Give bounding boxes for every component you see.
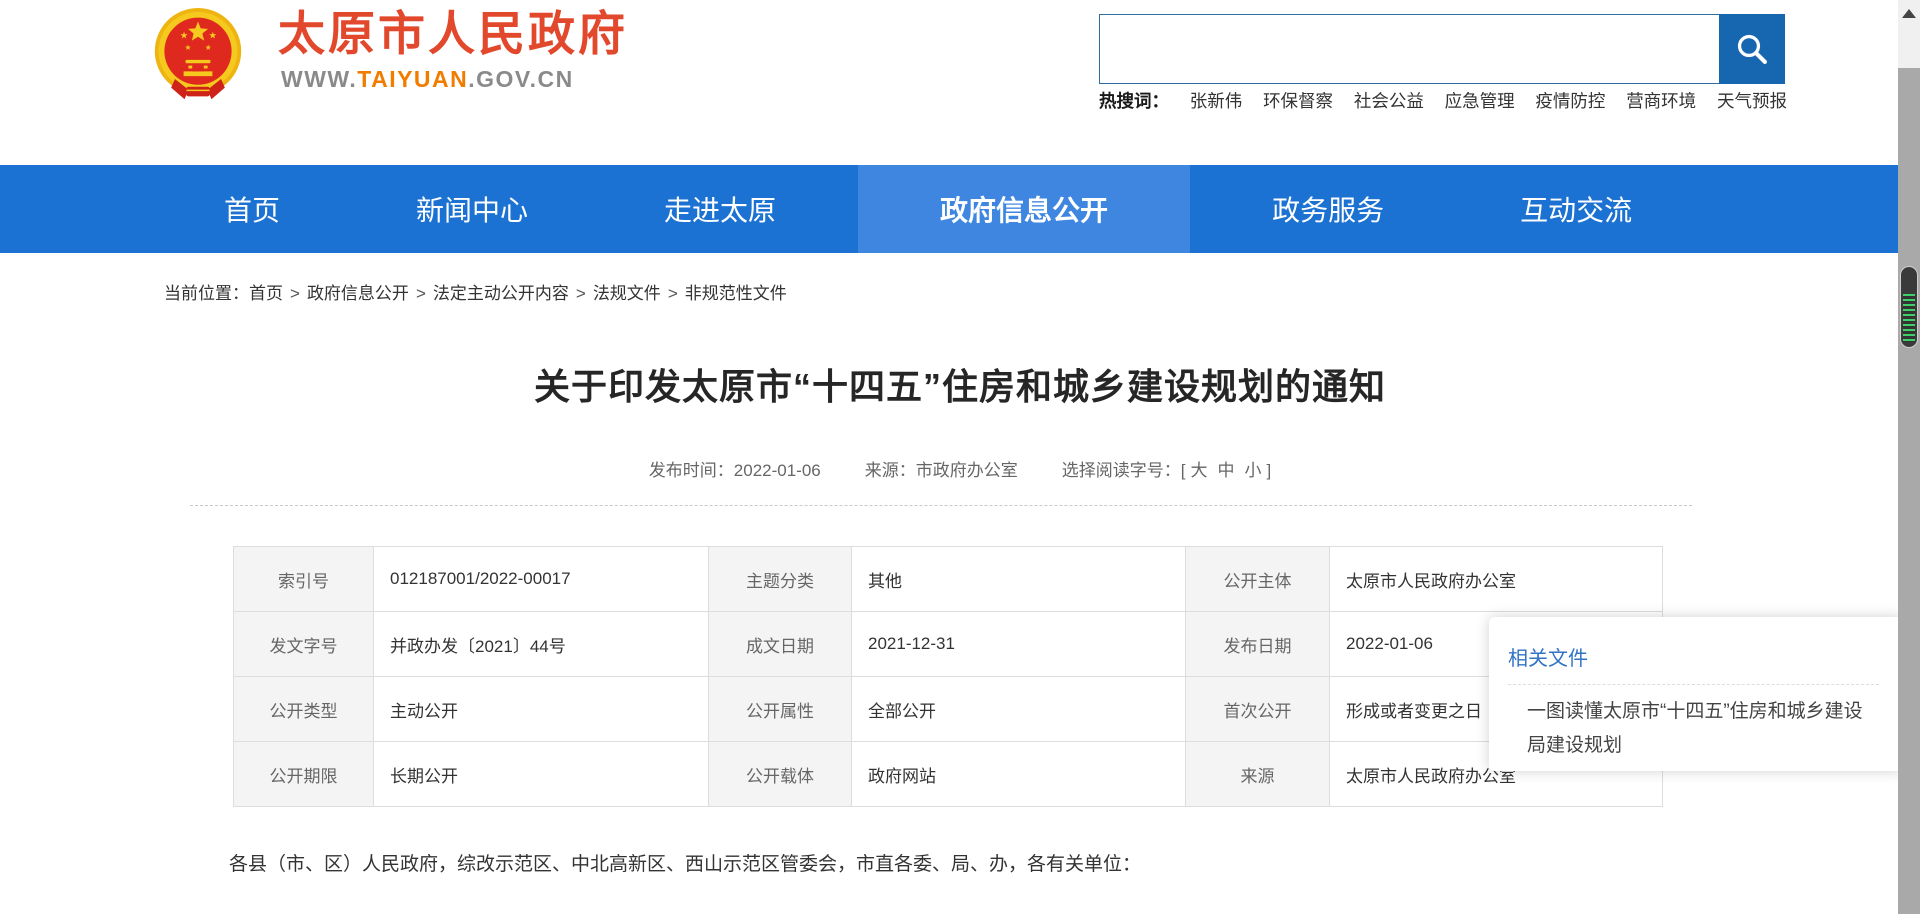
svg-text:★: ★ — [209, 31, 218, 42]
hot-search-keyword[interactable]: 疫情防控 — [1535, 88, 1605, 113]
hot-search-keyword[interactable]: 环保督察 — [1263, 88, 1333, 113]
scrollbar-thumb-stripes — [1903, 294, 1915, 342]
hot-search-keyword[interactable]: 营商环境 — [1626, 88, 1696, 113]
related-files-title: 相关文件 — [1508, 642, 1879, 671]
table-row: 索引号012187001/2022-00017主题分类其他公开主体太原市人民政府… — [234, 547, 1663, 612]
info-table-value: 012187001/2022-00017 — [374, 547, 709, 612]
search-button[interactable] — [1719, 14, 1785, 84]
info-table-value: 其他 — [852, 547, 1186, 612]
info-table-label: 公开主体 — [1186, 547, 1330, 612]
page-scrollbar[interactable] — [1898, 0, 1920, 914]
document-info-table-body: 索引号012187001/2022-00017主题分类其他公开主体太原市人民政府… — [234, 547, 1663, 807]
breadcrumb-separator: > — [290, 284, 300, 303]
info-table-value: 主动公开 — [374, 677, 709, 742]
site-header: ★ ★ ★ ★ 太原市人民政府 WWW.TAIYUAN.GOV.CN — [0, 0, 1898, 165]
national-emblem-icon: ★ ★ ★ ★ — [150, 5, 246, 107]
source-value: 市政府办公室 — [916, 461, 1018, 480]
nav-item[interactable]: 互动交流 — [1466, 165, 1686, 253]
info-table-value: 政府网站 — [852, 742, 1186, 807]
meta-divider — [190, 505, 1692, 506]
hot-search-row: 热搜词： 张新伟环保督察社会公益应急管理疫情防控营商环境天气预报 — [1099, 88, 1787, 113]
site-url-domain: TAIYUAN — [357, 66, 468, 92]
hot-search-keyword[interactable]: 张新伟 — [1190, 88, 1243, 113]
nav-item[interactable]: 新闻中心 — [362, 165, 582, 253]
info-table-label: 公开类型 — [234, 677, 374, 742]
document-info-table: 索引号012187001/2022-00017主题分类其他公开主体太原市人民政府… — [233, 546, 1663, 807]
table-row: 发文字号并政办发〔2021〕44号成文日期2021-12-31发布日期2022-… — [234, 612, 1663, 677]
publish-time: 发布时间：2022-01-06 — [649, 456, 821, 481]
breadcrumb-link[interactable]: 首页 — [249, 284, 283, 303]
article-source: 来源：市政府办公室 — [865, 456, 1018, 481]
info-table-value: 全部公开 — [852, 677, 1186, 742]
hot-search-keyword[interactable]: 社会公益 — [1354, 88, 1424, 113]
fontsize-option[interactable]: 小 — [1244, 461, 1261, 480]
info-table-value: 2021-12-31 — [852, 612, 1186, 677]
info-table-label: 发文字号 — [234, 612, 374, 677]
source-label: 来源： — [865, 461, 916, 480]
breadcrumb-separator: > — [576, 284, 586, 303]
related-files-divider — [1508, 684, 1879, 685]
info-table-label: 公开属性 — [709, 677, 852, 742]
info-table-label: 来源 — [1186, 742, 1330, 807]
article-meta: 发布时间：2022-01-06 来源：市政府办公室 选择阅读字号：[大中小] — [0, 456, 1920, 481]
search-icon — [1734, 31, 1770, 67]
info-table-value: 并政办发〔2021〕44号 — [374, 612, 709, 677]
info-table-label: 成文日期 — [709, 612, 852, 677]
breadcrumb: 当前位置：首页 > 政府信息公开 > 法定主动公开内容 > 法规文件 > 非规范性文件 — [164, 279, 1920, 304]
fontsize-option[interactable]: 大 — [1190, 461, 1207, 480]
site-title: 太原市人民政府 — [278, 8, 628, 60]
table-row: 公开类型主动公开公开属性全部公开首次公开形成或者变更之日 — [234, 677, 1663, 742]
breadcrumb-link[interactable]: 政府信息公开 — [307, 284, 409, 303]
site-url-suffix: .GOV.CN — [468, 66, 574, 92]
fontsize-bracket-open: [ — [1181, 461, 1186, 480]
breadcrumb-location-label: 当前位置： — [164, 284, 249, 303]
emblem-star: ★ — [180, 31, 189, 42]
info-table-value: 长期公开 — [374, 742, 709, 807]
site-url: WWW.TAIYUAN.GOV.CN — [281, 66, 574, 93]
info-table-label: 公开期限 — [234, 742, 374, 807]
table-row: 公开期限长期公开公开载体政府网站来源太原市人民政府办公室 — [234, 742, 1663, 807]
hot-search-label: 热搜词： — [1099, 88, 1169, 113]
page: ★ ★ ★ ★ 太原市人民政府 WWW.TAIYUAN.GOV.CN — [0, 0, 1920, 914]
svg-text:★: ★ — [205, 43, 212, 52]
fontsize-bracket-close: ] — [1266, 461, 1271, 480]
scroll-up-icon — [1902, 9, 1916, 18]
nav-item[interactable]: 政务服务 — [1218, 165, 1438, 253]
site-url-prefix: WWW. — [281, 66, 357, 92]
breadcrumb-links: 首页 > 政府信息公开 > 法定主动公开内容 > 法规文件 > 非规范性文件 — [249, 284, 787, 303]
publish-time-value: 2022-01-06 — [734, 461, 821, 480]
info-table-label: 主题分类 — [709, 547, 852, 612]
breadcrumb-link[interactable]: 法规文件 — [593, 284, 661, 303]
body-paragraph: 各县（市、区）人民政府，综改示范区、中北高新区、西山示范区管委会，市直各委、局、… — [229, 849, 1689, 876]
breadcrumb-link[interactable]: 法定主动公开内容 — [433, 284, 569, 303]
search-input[interactable] — [1099, 14, 1719, 84]
nav-item[interactable]: 走进太原 — [610, 165, 830, 253]
scrollbar-thumb[interactable] — [1900, 266, 1918, 348]
info-table-label: 发布日期 — [1186, 612, 1330, 677]
hot-search-keyword[interactable]: 天气预报 — [1717, 88, 1787, 113]
fontsize-label: 选择阅读字号： — [1062, 461, 1181, 480]
nav-item[interactable]: 政府信息公开 — [858, 165, 1190, 253]
main-nav: 首页新闻中心走进太原政府信息公开政务服务互动交流 — [0, 165, 1898, 253]
svg-text:★: ★ — [185, 43, 192, 52]
breadcrumb-separator: > — [416, 284, 426, 303]
main-nav-items: 首页新闻中心走进太原政府信息公开政务服务互动交流 — [170, 165, 1686, 253]
info-table-label: 首次公开 — [1186, 677, 1330, 742]
nav-item[interactable]: 首页 — [170, 165, 334, 253]
related-files-popup: 相关文件 一图读懂太原市“十四五”住房和城乡建设局建设规划 — [1489, 617, 1903, 771]
info-table-label: 索引号 — [234, 547, 374, 612]
scrollbar-up-button[interactable] — [1898, 0, 1920, 68]
info-table-value: 太原市人民政府办公室 — [1330, 547, 1663, 612]
publish-time-label: 发布时间： — [649, 461, 734, 480]
breadcrumb-separator: > — [668, 284, 678, 303]
search-box — [1099, 14, 1785, 84]
related-file-link[interactable]: 一图读懂太原市“十四五”住房和城乡建设局建设规划 — [1527, 695, 1879, 763]
breadcrumb-link[interactable]: 非规范性文件 — [685, 284, 787, 303]
fontsize-selector: 选择阅读字号：[大中小] — [1062, 456, 1271, 481]
fontsize-option[interactable]: 中 — [1217, 461, 1234, 480]
info-table-label: 公开载体 — [709, 742, 852, 807]
page-title: 关于印发太原市“十四五”住房和城乡建设规划的通知 — [0, 358, 1920, 410]
hot-search-keyword[interactable]: 应急管理 — [1445, 88, 1515, 113]
